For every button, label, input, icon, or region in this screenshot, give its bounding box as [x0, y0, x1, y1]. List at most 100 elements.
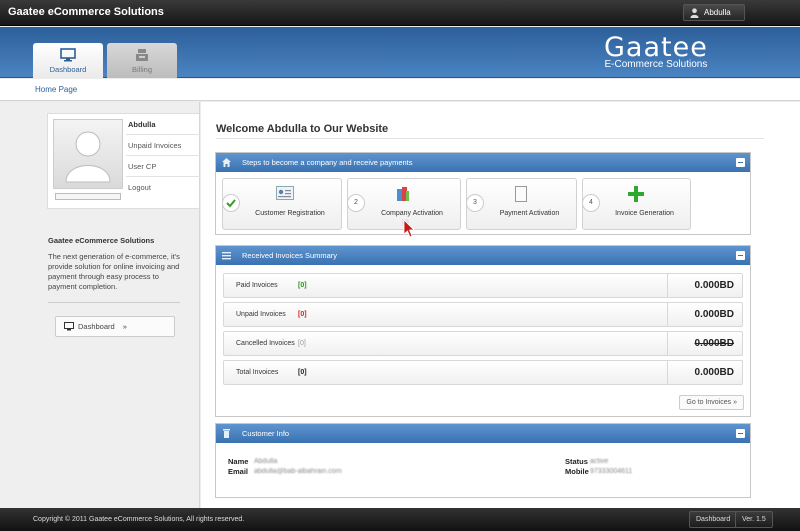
mouse-cursor-icon: [402, 219, 415, 238]
profile-card: Abdulla Unpaid Invoices User CP Logout: [47, 113, 200, 209]
tab-billing-label: Billing: [131, 65, 152, 74]
header: Dashboard Billing Gaatee E-Commerce Solu…: [0, 27, 800, 78]
invoices-summary-panel: Received Invoices Summary Paid Invoices …: [215, 245, 751, 417]
link-unpaid-invoices[interactable]: Unpaid Invoices: [126, 135, 200, 156]
invoice-row-amount: 0.000BD: [694, 367, 734, 378]
invoice-row-count[interactable]: [0]: [298, 340, 306, 347]
invoice-row-paid: Paid Invoices [0] 0.000BD: [223, 273, 743, 298]
page-title: Welcome Abdulla to Our Website: [216, 123, 389, 135]
customer-panel-title: Customer Info: [242, 429, 290, 438]
sidebar-divider: [48, 302, 180, 303]
name-value: Abdulla: [254, 458, 278, 465]
top-bar: Gaatee eCommerce Solutions Abdulla: [0, 0, 800, 26]
cash-register-icon: [136, 49, 148, 61]
invoice-row-count[interactable]: [0]: [298, 311, 307, 318]
steps-panel-header: Steps to become a company and receive pa…: [216, 153, 750, 172]
avatar-caption-bar: [55, 193, 121, 200]
trash-icon: [223, 429, 230, 438]
invoice-row-label: Total Invoices: [236, 369, 279, 376]
invoice-row-total: Total Invoices [0] 0.000BD: [223, 360, 743, 385]
invoices-panel-header: Received Invoices Summary: [216, 246, 750, 265]
invoice-row-amount: 0.000BD: [694, 280, 734, 291]
monitor-icon: [60, 48, 76, 62]
breadcrumb: Home Page: [0, 79, 800, 101]
collapse-icon[interactable]: [736, 158, 745, 167]
step-label: Company Activation: [381, 210, 443, 217]
steps-panel-title: Steps to become a company and receive pa…: [242, 158, 413, 167]
monitor-icon: [64, 322, 74, 331]
profile-links: Abdulla Unpaid Invoices User CP Logout: [126, 114, 200, 198]
invoice-row-unpaid: Unpaid Invoices [0] 0.000BD: [223, 302, 743, 327]
tab-billing[interactable]: Billing: [107, 43, 177, 78]
invoice-row-amount: 0.000BD: [694, 338, 734, 349]
invoice-row-count[interactable]: [0]: [298, 282, 307, 289]
check-icon: [222, 194, 240, 212]
sidebar-dashboard-label: Dashboard: [78, 322, 115, 331]
brand-logo: Gaatee E-Commerce Solutions: [604, 32, 708, 71]
collapse-icon[interactable]: [736, 429, 745, 438]
email-value: abdulla@bab-albahrain.com: [254, 468, 342, 475]
footer: Copyright © 2011 Gaatee eCommerce Soluti…: [0, 508, 800, 531]
invoice-row-amount: 0.000BD: [694, 309, 734, 320]
mobile-value: 97333004611: [590, 468, 633, 475]
sidebar-dashboard-button[interactable]: Dashboard »: [55, 316, 175, 337]
name-label: Name: [228, 457, 249, 466]
title-divider: [216, 138, 764, 139]
invoice-rows: Paid Invoices [0] 0.000BD Unpaid Invoice…: [216, 265, 750, 385]
step-number: 4: [582, 194, 600, 212]
steps-row: Customer Registration 2 Company Activati…: [216, 172, 750, 234]
invoice-row-label: Paid Invoices: [236, 282, 278, 289]
link-user-cp[interactable]: User CP: [126, 156, 200, 177]
mobile-label: Mobile: [565, 467, 589, 476]
step-number: 2: [347, 194, 365, 212]
user-icon: [690, 8, 699, 18]
row-divider: [667, 332, 668, 355]
app-title: Gaatee eCommerce Solutions: [8, 6, 164, 18]
footer-dashboard-button[interactable]: Dashboard: [689, 511, 738, 528]
steps-panel: Steps to become a company and receive pa…: [215, 152, 751, 235]
step-label: Invoice Generation: [615, 210, 674, 217]
row-divider: [667, 303, 668, 326]
status-label: Status: [565, 457, 588, 466]
invoice-row-label: Cancelled Invoices: [236, 340, 295, 347]
step-payment-activation[interactable]: 3 Payment Activation: [466, 178, 577, 230]
copyright-text: Copyright © 2011 Gaatee eCommerce Soluti…: [33, 516, 245, 523]
status-value: active: [590, 458, 609, 465]
registration-card-icon: [276, 186, 294, 200]
avatar: [53, 119, 123, 189]
step-label: Customer Registration: [255, 210, 325, 217]
user-menu-button[interactable]: Abdulla: [683, 4, 745, 21]
go-to-invoices-button[interactable]: Go to Invoices »: [679, 395, 744, 410]
invoice-row-count[interactable]: [0]: [298, 369, 307, 376]
tab-dashboard[interactable]: Dashboard: [33, 43, 103, 78]
document-icon: [515, 186, 527, 202]
user-silhouette-icon: [65, 131, 111, 183]
home-icon: [222, 158, 231, 167]
step-customer-registration[interactable]: Customer Registration: [222, 178, 342, 230]
step-label: Payment Activation: [499, 210, 560, 217]
customer-panel-header: Customer Info: [216, 424, 750, 443]
step-invoice-generation[interactable]: 4 Invoice Generation: [582, 178, 691, 230]
invoice-row-cancelled: Cancelled Invoices [0] 0.000BD: [223, 331, 743, 356]
customer-info-body: Name Abdulla Email abdulla@bab-albahrain…: [216, 443, 750, 499]
plus-icon: [628, 186, 644, 202]
chevron-right-icon: »: [122, 322, 127, 331]
invoice-row-label: Unpaid Invoices: [236, 311, 286, 318]
version-badge: Ver. 1.5: [735, 511, 773, 528]
about-title: Gaatee eCommerce Solutions: [48, 236, 155, 245]
main-content: Welcome Abdulla to Our Website Steps to …: [201, 102, 800, 508]
invoices-panel-title: Received Invoices Summary: [242, 251, 338, 260]
link-logout[interactable]: Logout: [126, 177, 200, 198]
breadcrumb-home[interactable]: Home Page: [35, 85, 77, 94]
sidebar: Abdulla Unpaid Invoices User CP Logout G…: [0, 102, 200, 508]
customer-info-panel: Customer Info Name Abdulla Email abdulla…: [215, 423, 751, 498]
about-text: The next generation of e-commerce, it's …: [48, 252, 180, 291]
logo-text: Gaatee: [604, 32, 708, 63]
collapse-icon[interactable]: [736, 251, 745, 260]
logo-tagline: E-Commerce Solutions: [604, 59, 708, 70]
user-name: Abdulla: [704, 8, 731, 17]
row-divider: [667, 274, 668, 297]
list-icon: [222, 252, 231, 260]
step-number: 3: [466, 194, 484, 212]
row-divider: [667, 361, 668, 384]
